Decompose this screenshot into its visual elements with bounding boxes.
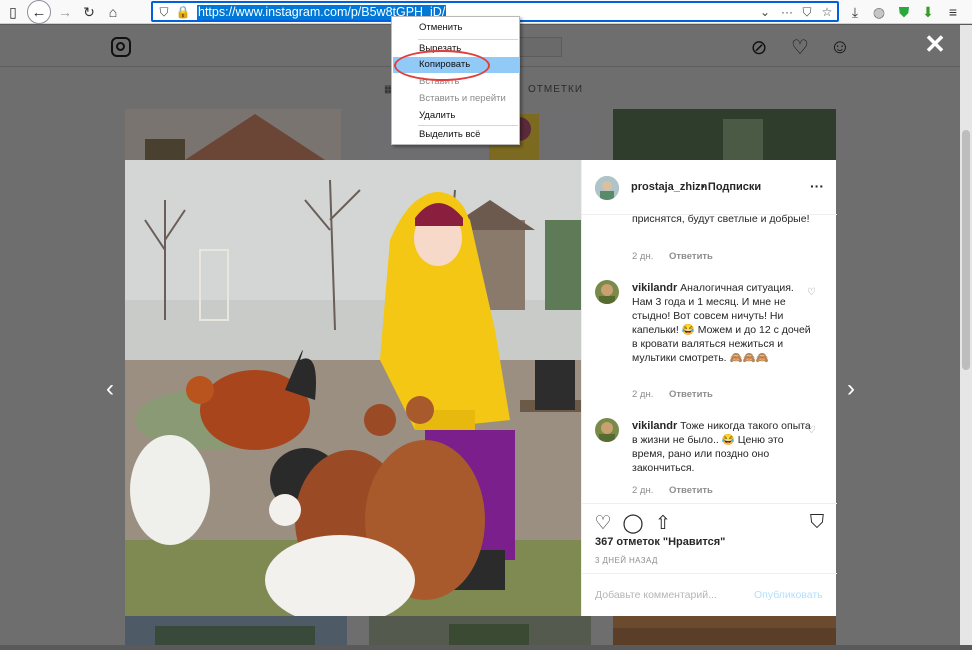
publish-button[interactable]: Опубликовать [754,589,823,601]
comment-username[interactable]: vikilandr [632,282,677,294]
comment-age: 2 дн. [632,485,654,496]
reply-link[interactable]: Ответить [669,251,713,262]
post-time[interactable]: 3 дней назад [595,556,658,565]
scrollbar-thumb[interactable] [962,130,970,370]
comment-bubble-icon[interactable]: ◯ [622,512,644,534]
shield-green-icon[interactable]: ⛊ [895,3,913,21]
comment-input[interactable]: Добавьте комментарий... [595,589,717,601]
post-photo[interactable] [125,160,581,616]
grid-thumbnail[interactable] [613,109,836,160]
comment-age: 2 дн. [632,251,654,262]
tab-tagged[interactable]: ОТМЕТКИ [528,84,583,95]
back-icon: ← [31,3,47,21]
forward-icon[interactable]: → [56,3,74,21]
save-bookmark-icon[interactable]: ⛉ [806,512,828,534]
menu-separator [418,125,518,126]
comment-age: 2 дн. [632,389,654,400]
grid-thumbnail[interactable] [125,109,341,160]
avatar[interactable] [595,418,619,442]
post-sidebar: prostaja_zhizn • Подписки ··· приснятся,… [581,160,837,616]
avatar[interactable] [595,280,619,304]
chevron-down-icon[interactable]: ⌄ [757,4,773,20]
like-comment-heart-icon[interactable]: ♡ [807,425,816,436]
menu-icon[interactable]: ≡ [944,3,962,21]
page-actions-icon[interactable]: ··· [779,4,795,20]
reply-link[interactable]: Ответить [669,389,713,400]
comment-item: vikilandr Аналогичная ситуация. Нам 3 го… [595,280,820,405]
menu-separator [418,39,518,40]
bookmark-star-icon[interactable]: ☆ [819,4,835,20]
back-button[interactable]: ← [27,0,51,24]
profile-icon[interactable]: ☺ [829,36,851,58]
like-comment-heart-icon[interactable]: ♡ [807,287,816,298]
reload-icon[interactable]: ↻ [80,3,98,21]
previous-post-arrow-icon[interactable]: ‹ [100,377,120,401]
follow-status[interactable]: • Подписки [701,181,761,193]
likes-count[interactable]: 367 отметок "Нравится" [595,536,725,548]
download-icon[interactable]: ⤓ [846,3,864,21]
menu-item-paste-and-go[interactable]: Вставить и перейти [393,91,519,107]
avatar[interactable] [595,176,619,200]
search-input[interactable] [516,37,562,57]
comment-body: vikilandr Аналогичная ситуация. Нам 3 го… [632,281,812,365]
add-comment-area: Добавьте комментарий... Опубликовать [582,573,837,616]
grid-thumbnail[interactable] [125,616,347,645]
compass-icon[interactable]: ⊘ [748,36,770,59]
extension-icon[interactable]: ⬇ [919,3,937,21]
comment-text: Аналогичная ситуация. Нам 3 года и 1 мес… [632,282,811,364]
more-options-icon[interactable]: ··· [810,178,824,194]
menu-item-select-all[interactable]: Выделить всё [393,127,519,143]
instagram-logo-icon[interactable] [111,37,131,57]
comment-body: vikilandr Тоже никогда такого опыта в жи… [632,419,812,475]
grid-thumbnail[interactable] [613,616,836,645]
comment-item: vikilandr Тоже никогда такого опыта в жи… [595,418,820,503]
next-post-arrow-icon[interactable]: › [841,377,861,401]
menu-item-undo[interactable]: Отменить [393,20,519,36]
home-icon[interactable]: ⌂ [104,3,122,21]
sidebar-icon[interactable]: ▯ [4,3,22,21]
post-header: prostaja_zhizn • Подписки ··· [582,160,837,215]
comment-item: приснятся, будут светлые и добрые! 2 дн.… [595,213,820,266]
close-icon[interactable]: ✕ [923,31,947,57]
lock-icon[interactable]: 🔒 [175,4,191,20]
context-menu: Отменить Вырезать Копировать Вставить Вс… [391,16,520,145]
author-username[interactable]: prostaja_zhizn [631,181,707,193]
menu-item-delete[interactable]: Удалить [393,108,519,124]
comment-username[interactable]: vikilandr [632,420,677,432]
annotation-ring [394,50,490,81]
pocket-icon[interactable]: ⛉ [799,4,815,20]
share-icon[interactable]: ⇧ [652,512,674,534]
shield-icon[interactable]: ⛉ [156,4,172,20]
globe-icon[interactable]: ◍ [870,3,888,21]
heart-icon[interactable]: ♡ [789,36,811,59]
reply-link[interactable]: Ответить [669,485,713,496]
like-heart-icon[interactable]: ♡ [592,512,614,534]
post-modal: prostaja_zhizn • Подписки ··· приснятся,… [125,160,837,616]
comment-text: приснятся, будут светлые и добрые! [632,213,810,225]
grid-thumbnail[interactable] [369,616,591,645]
